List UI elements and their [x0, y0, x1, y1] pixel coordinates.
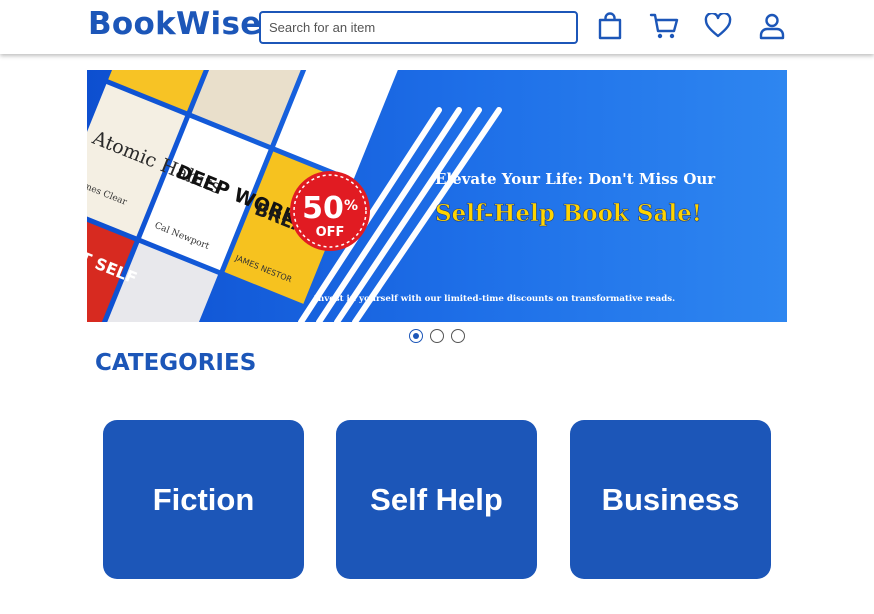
badge-percent: 50	[302, 191, 344, 226]
shopping-bag-button[interactable]	[595, 11, 625, 41]
promo-banner-art: Atomic Habits DEEP WORK BREATH BEST SELF…	[87, 70, 787, 322]
user-icon	[759, 13, 785, 40]
cart-button[interactable]	[649, 11, 679, 41]
promo-banner[interactable]: Atomic Habits DEEP WORK BREATH BEST SELF…	[87, 70, 787, 322]
banner-sale-title: Self-Help Book Sale!	[435, 200, 702, 227]
categories-heading: CATEGORIES	[95, 350, 257, 376]
category-card-self-help[interactable]: Self Help	[336, 420, 537, 579]
top-navbar: BookWise	[0, 0, 874, 54]
category-card-fiction[interactable]: Fiction	[103, 420, 304, 579]
carousel-dot-1[interactable]	[409, 329, 423, 343]
banner-tagline: Invest in yourself with our limited-time…	[314, 294, 675, 304]
carousel-dot-2[interactable]	[430, 329, 444, 343]
badge-off: OFF	[316, 225, 345, 240]
category-label: Fiction	[152, 481, 255, 517]
category-label: Self Help	[370, 481, 503, 517]
heart-icon	[704, 13, 732, 38]
account-button[interactable]	[757, 11, 787, 41]
carousel-indicators	[409, 329, 465, 343]
brand-logo[interactable]: BookWise	[88, 6, 262, 42]
badge-percent-symbol: %	[344, 198, 358, 214]
shopping-bag-icon	[598, 12, 622, 40]
category-label: Business	[601, 481, 740, 517]
discount-badge: 50 % OFF	[290, 171, 370, 251]
carousel-dot-3[interactable]	[451, 329, 465, 343]
cart-icon	[649, 13, 679, 39]
search-input[interactable]	[259, 11, 578, 44]
banner-headline: Elevate Your Life: Don't Miss Our	[435, 170, 716, 188]
category-card-business[interactable]: Business	[570, 420, 771, 579]
wishlist-button[interactable]	[703, 11, 733, 41]
